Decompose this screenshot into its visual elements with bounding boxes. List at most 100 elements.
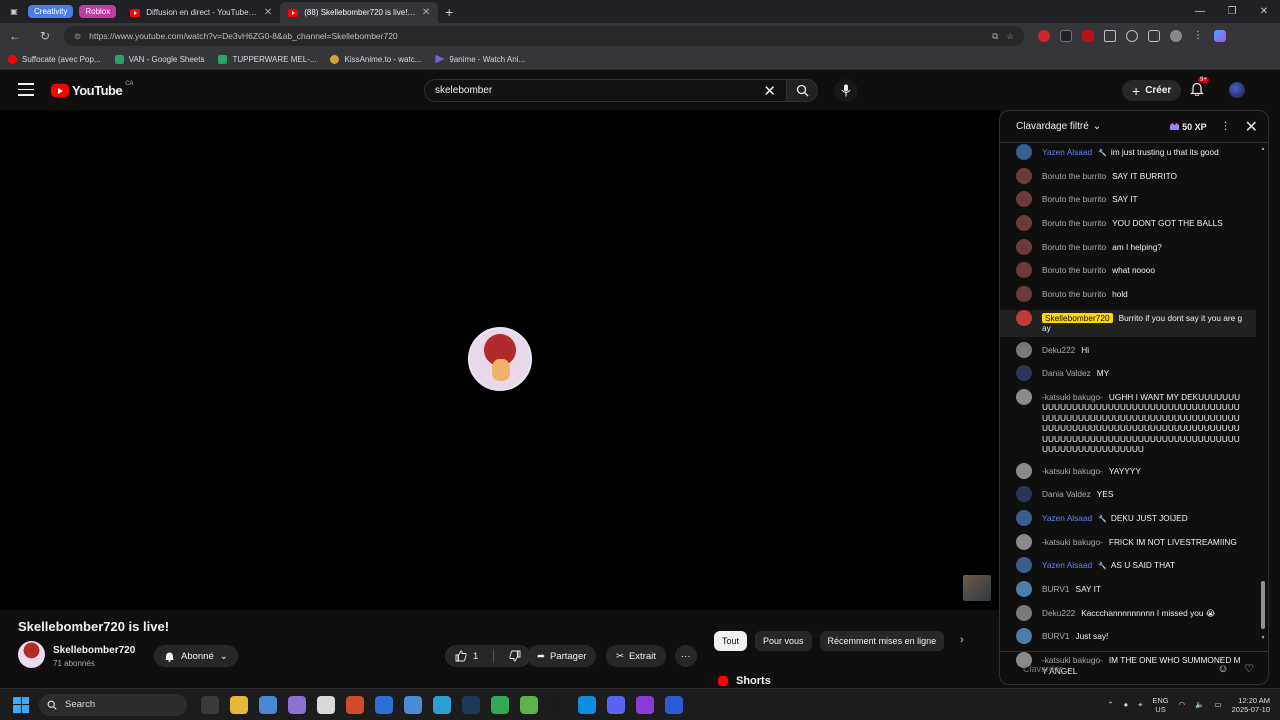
chat-author-avatar[interactable]	[1016, 462, 1032, 479]
chat-author-avatar[interactable]	[1016, 581, 1032, 597]
side-panel-icon[interactable]	[1148, 30, 1160, 42]
chat-input[interactable]	[1023, 663, 1205, 674]
tab-live-stream[interactable]: (88) Skellebomber720 is live! - Yo ✕	[280, 2, 439, 23]
chat-message[interactable]: Yazen Alsaad 🔧 AS U SAID THAT	[1000, 557, 1256, 574]
omnibox[interactable]: ⊜ https://www.youtube.com/watch?v=De3vH6…	[64, 26, 1024, 46]
install-app-icon[interactable]: ⧉	[992, 31, 998, 42]
chat-message[interactable]: Boruto the burrito SAY IT BURRITO	[1000, 167, 1256, 184]
menu-icon[interactable]	[18, 83, 34, 97]
share-button[interactable]: ➦ Partager	[527, 645, 597, 667]
create-button[interactable]: + Créer	[1122, 80, 1182, 101]
like-button[interactable]: 1	[445, 645, 488, 667]
chat-author-avatar[interactable]	[1016, 533, 1032, 550]
chat-author-name[interactable]: Boruto the burrito	[1042, 194, 1106, 204]
subscribed-button[interactable]: Abonné ⌄	[154, 645, 238, 667]
more-options-icon[interactable]: ⋮	[1221, 121, 1231, 132]
taskbar-app-icon[interactable]	[520, 695, 538, 714]
minimize-window-button[interactable]: —	[1184, 6, 1216, 17]
taskbar-app-icon[interactable]	[462, 695, 480, 714]
chat-author-avatar[interactable]	[1016, 557, 1032, 574]
close-chat-icon[interactable]: ✕	[1245, 117, 1258, 137]
taskbar-app-icon[interactable]	[404, 695, 422, 714]
youtube-logo[interactable]: YouTube CA	[51, 81, 134, 98]
chat-message[interactable]: Deku222 Hi	[1000, 341, 1256, 358]
extension-icon[interactable]	[1060, 30, 1072, 42]
language-indicator[interactable]: ENG US	[1152, 696, 1168, 714]
tab-group-roblox[interactable]: Roblox	[79, 5, 117, 18]
chat-message[interactable]: -katsuki bakugo- UGHH I WANT MY DEKUUUUUU…	[1000, 388, 1256, 455]
chat-author-name[interactable]: Boruto the burrito	[1042, 289, 1106, 299]
chat-message[interactable]: Yazen Alsaad 🔧 DEKU JUST JOIJED	[1000, 509, 1256, 526]
chat-message[interactable]: BURV1 SAY IT	[1000, 581, 1256, 597]
bookmark-item[interactable]: Suffocate (avec Pop...	[8, 54, 101, 64]
chat-message[interactable]: Dania Valdez YES	[1000, 486, 1256, 503]
browser-menu-icon[interactable]: ⋮	[1192, 30, 1204, 42]
taskbar-app-icon[interactable]	[578, 695, 596, 714]
clock[interactable]: 12:20 AM 2025-07-10	[1232, 696, 1270, 714]
taskbar-app-icon[interactable]	[549, 695, 567, 714]
chat-author-avatar[interactable]	[1016, 144, 1032, 160]
video-player[interactable]	[0, 110, 1000, 610]
site-info-icon[interactable]: ⊜	[74, 31, 81, 42]
chip-for-you[interactable]: Pour vous	[755, 631, 812, 651]
tray-app-icon[interactable]: ●	[1124, 700, 1129, 709]
chat-author-name[interactable]: Yazen Alsaad	[1042, 147, 1092, 157]
taskbar-search[interactable]: Search	[39, 693, 187, 716]
clip-button[interactable]: ✂ Extrait	[606, 645, 666, 667]
chat-author-avatar[interactable]	[1016, 628, 1032, 645]
maximize-window-button[interactable]: ❐	[1216, 6, 1248, 17]
chat-author-name[interactable]: Deku222	[1042, 608, 1075, 618]
chevron-right-icon[interactable]: ›	[960, 634, 964, 646]
scroll-up-icon[interactable]: ▲	[1260, 146, 1266, 152]
chat-author-name[interactable]: Dania Valdez	[1042, 368, 1091, 378]
chat-message[interactable]: Boruto the burrito SAY IT	[1000, 191, 1256, 208]
taskbar-app-icon[interactable]	[346, 695, 364, 714]
chevron-up-icon[interactable]: ⌃	[1107, 700, 1113, 709]
bookmark-item[interactable]: 9anime - Watch Ani...	[435, 54, 525, 64]
voice-search-button[interactable]	[834, 79, 858, 102]
chat-author-avatar[interactable]	[1016, 486, 1032, 503]
notifications-button[interactable]: 9+	[1190, 77, 1209, 101]
tab-actions-icon[interactable]: ▣	[0, 0, 28, 23]
chat-message[interactable]: Boruto the burrito am I helping?	[1000, 238, 1256, 255]
chat-author-avatar[interactable]	[1016, 286, 1032, 303]
scrollbar-thumb[interactable]	[1261, 581, 1265, 629]
chat-author-avatar[interactable]	[1016, 365, 1032, 382]
chat-author-name[interactable]: Boruto the burrito	[1042, 242, 1106, 252]
url-text[interactable]: https://www.youtube.com/watch?v=De3vH6ZG…	[89, 31, 984, 41]
taskbar-app-icon[interactable]	[230, 695, 248, 714]
chat-scrollbar[interactable]: ▲ ▼	[1260, 146, 1266, 642]
chat-author-avatar[interactable]	[1016, 262, 1032, 279]
chat-message[interactable]: BURV1 Just say!	[1000, 628, 1256, 645]
chip-recently-uploaded[interactable]: Récemment mises en ligne	[819, 631, 945, 651]
chat-message[interactable]: Dania Valdez MY	[1000, 365, 1256, 382]
extension-icon[interactable]	[1126, 30, 1138, 42]
chat-author-avatar[interactable]	[1016, 309, 1032, 326]
chip-all[interactable]: Tout	[714, 631, 748, 651]
new-tab-button[interactable]: +	[438, 4, 460, 20]
chat-author-name[interactable]: -katsuki bakugo-	[1042, 392, 1103, 402]
search-button[interactable]	[786, 79, 818, 102]
chat-author-avatar[interactable]	[1016, 167, 1032, 184]
scroll-down-icon[interactable]: ▼	[1260, 635, 1266, 641]
chat-author-avatar[interactable]	[1016, 238, 1032, 255]
chat-author-name[interactable]: Boruto the burrito	[1042, 218, 1106, 228]
taskbar-app-icon[interactable]	[636, 695, 654, 714]
taskbar-app-icon[interactable]	[201, 695, 219, 714]
taskbar-app-icon[interactable]	[665, 695, 683, 714]
opera-extension-icon[interactable]	[1038, 30, 1050, 42]
account-avatar[interactable]	[1229, 82, 1245, 98]
taskbar-app-icon[interactable]	[288, 695, 306, 714]
channel-avatar[interactable]	[18, 641, 45, 668]
chat-author-avatar[interactable]	[1016, 341, 1032, 358]
wifi-icon[interactable]: ◠	[1179, 700, 1186, 709]
taskbar-app-icon[interactable]	[433, 695, 451, 714]
reload-icon[interactable]: ↻	[30, 29, 60, 43]
windows-start-icon[interactable]	[13, 696, 29, 713]
location-icon[interactable]: ⌖	[1138, 700, 1142, 710]
chat-author-name[interactable]: -katsuki bakugo-	[1042, 537, 1103, 547]
channel-watermark[interactable]	[963, 575, 991, 601]
volume-icon[interactable]: 🔈	[1195, 700, 1204, 709]
chat-author-avatar[interactable]	[1016, 604, 1032, 621]
more-actions-button[interactable]: ···	[675, 645, 697, 667]
